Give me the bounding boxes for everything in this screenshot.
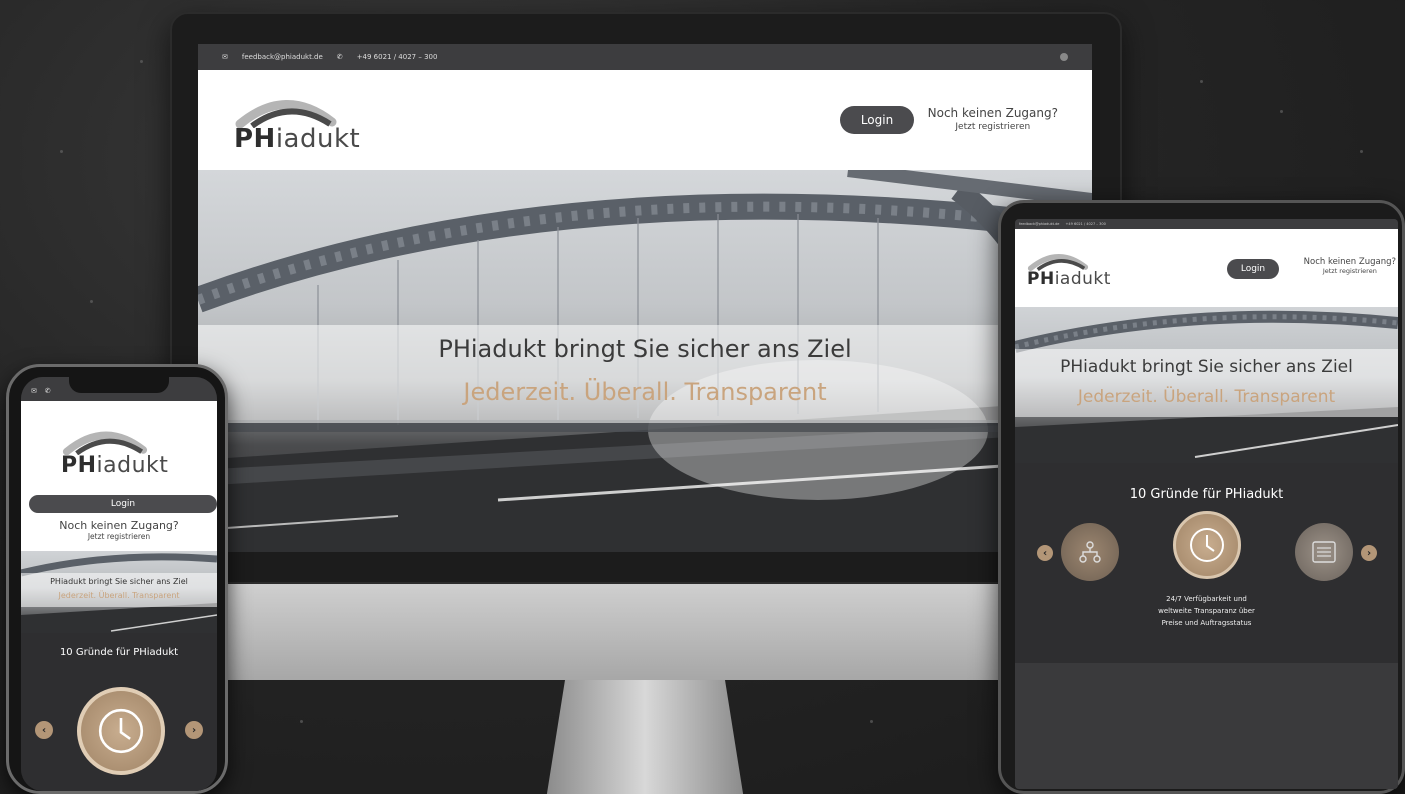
- phone-device: ✉ ✆ PHiadukt Login Noch keinen Zugang? J…: [6, 364, 228, 794]
- phone-hero: PHiadukt bringt Sie sicher ans Ziel Jede…: [21, 551, 217, 633]
- network-icon: [1079, 541, 1101, 563]
- reason-description: 24/7 Verfügbarkeit und weltweite Transpa…: [1015, 593, 1398, 629]
- logo-arc-icon: [1027, 254, 1089, 271]
- phone-hero-title: PHiadukt bringt Sie sicher ans Ziel: [50, 577, 188, 586]
- desktop-logo[interactable]: PHiadukt: [234, 92, 360, 152]
- tablet-screen: feedback@phiadukt.de +49 6021 / 4027 – 3…: [1015, 219, 1398, 789]
- no-access-text: Noch keinen Zugang?: [1303, 257, 1396, 267]
- background-speck: [870, 720, 873, 723]
- desktop-email-link[interactable]: feedback@phiadukt.de: [242, 53, 323, 61]
- background-speck: [300, 720, 303, 723]
- tablet-header: PHiadukt Login Noch keinen Zugang? Jetzt…: [1015, 229, 1398, 307]
- no-access-text: Noch keinen Zugang?: [927, 106, 1058, 120]
- tablet-footer-area: [1015, 663, 1398, 789]
- tablet-device: feedback@phiadukt.de +49 6021 / 4027 – 3…: [998, 200, 1405, 794]
- tablet-register-block[interactable]: Noch keinen Zugang? Jetzt registrieren: [1304, 257, 1396, 275]
- phone-register-block[interactable]: Noch keinen Zugang? Jetzt registrieren: [21, 519, 217, 541]
- logo-rest: iadukt: [275, 124, 361, 154]
- language-icon[interactable]: [1060, 53, 1068, 61]
- background-speck: [1200, 80, 1203, 83]
- logo-rest: iadukt: [1054, 269, 1111, 289]
- desktop-topbar: ✉ feedback@phiadukt.de ✆ +49 6021 / 4027…: [198, 44, 1092, 70]
- tablet-login-button[interactable]: Login: [1227, 259, 1279, 279]
- tablet-topbar: feedback@phiadukt.de +49 6021 / 4027 – 3…: [1015, 219, 1398, 229]
- background-speck: [90, 300, 93, 303]
- reason-clock-item[interactable]: [77, 687, 165, 775]
- carousel-prev-button[interactable]: ‹: [35, 721, 53, 739]
- background-speck: [1280, 110, 1283, 113]
- desktop-hero: PHiadukt bringt Sie sicher ans Ziel Jede…: [198, 170, 1092, 552]
- phone-hero-subtitle: Jederzeit. Überall. Transparent: [58, 591, 180, 600]
- hero-title: PHiadukt bringt Sie sicher ans Ziel: [438, 335, 852, 363]
- tablet-phone-link[interactable]: +49 6021 / 4027 – 300: [1065, 222, 1105, 226]
- reason-line-2: weltweite Transparanz über: [1158, 607, 1255, 615]
- background-speck: [60, 150, 63, 153]
- tablet-email-link[interactable]: feedback@phiadukt.de: [1019, 222, 1059, 226]
- list-icon: [1312, 541, 1336, 563]
- tablet-hero: PHiadukt bringt Sie sicher ans Ziel Jede…: [1015, 307, 1398, 463]
- phone-icon: ✆: [336, 53, 343, 61]
- logo-arc-icon: [235, 100, 337, 128]
- desktop-screen: ✉ feedback@phiadukt.de ✆ +49 6021 / 4027…: [198, 44, 1092, 552]
- register-link[interactable]: Jetzt registrieren: [1304, 267, 1396, 275]
- register-block[interactable]: Noch keinen Zugang? Jetzt registrieren: [928, 106, 1058, 132]
- logo-bold: PH: [1027, 269, 1055, 289]
- clock-icon: [1190, 528, 1224, 562]
- tablet-hero-subtitle: Jederzeit. Überall. Transparent: [1077, 387, 1336, 407]
- clock-icon: [98, 708, 144, 754]
- reason-line-1: 24/7 Verfügbarkeit und: [1166, 595, 1247, 603]
- background-speck: [140, 60, 143, 63]
- phone-notch: [69, 377, 169, 393]
- register-link[interactable]: Jetzt registrieren: [21, 532, 217, 541]
- logo-rest: iadukt: [96, 453, 169, 478]
- phone-header: PHiadukt Login Noch keinen Zugang? Jetzt…: [21, 401, 217, 551]
- desktop-header: PHiadukt Login Noch keinen Zugang? Jetzt…: [198, 70, 1092, 170]
- mail-icon: ✉: [222, 53, 228, 61]
- background-speck: [1360, 150, 1363, 153]
- tablet-logo[interactable]: PHiadukt: [1027, 249, 1111, 288]
- reasons-title: 10 Gründe für PHiadukt: [59, 647, 179, 658]
- phone-reasons-section: 10 Gründe für PHiadukt ‹ ›: [21, 633, 217, 791]
- phone-logo[interactable]: PHiadukt: [61, 425, 168, 477]
- logo-arc-icon: [62, 431, 148, 455]
- register-link[interactable]: Jetzt registrieren: [928, 122, 1058, 132]
- tablet-hero-title: PHiadukt bringt Sie sicher ans Ziel: [1060, 357, 1353, 377]
- no-access-text: Noch keinen Zugang?: [59, 519, 179, 532]
- reason-network-item[interactable]: [1061, 523, 1119, 581]
- phone-login-button[interactable]: Login: [29, 495, 217, 513]
- carousel-prev-button[interactable]: ‹: [1037, 545, 1053, 561]
- mail-icon[interactable]: ✉: [31, 387, 37, 395]
- carousel-next-button[interactable]: ›: [1361, 545, 1377, 561]
- phone-screen: ✉ ✆ PHiadukt Login Noch keinen Zugang? J…: [21, 377, 217, 791]
- reasons-title: 10 Gründe für PHiadukt: [1129, 487, 1284, 502]
- monitor-chin: [170, 584, 1122, 680]
- phone-icon[interactable]: ✆: [45, 387, 51, 395]
- login-button[interactable]: Login: [840, 106, 914, 134]
- carousel-next-button[interactable]: ›: [185, 721, 203, 739]
- desktop-phone-link[interactable]: +49 6021 / 4027 – 300: [357, 53, 438, 61]
- hero-subtitle: Jederzeit. Überall. Transparent: [463, 378, 827, 406]
- desktop-monitor: ✉ feedback@phiadukt.de ✆ +49 6021 / 4027…: [170, 12, 1122, 794]
- logo-bold: PH: [234, 124, 276, 154]
- tablet-reasons-section: 10 Gründe für PHiadukt ‹ › 24/7 Verfügba…: [1015, 463, 1398, 663]
- reason-clock-item[interactable]: [1173, 511, 1241, 579]
- reason-line-3: Preise und Auftragsstatus: [1161, 619, 1252, 627]
- monitor-stand: [545, 680, 745, 794]
- reason-list-item[interactable]: [1295, 523, 1353, 581]
- logo-bold: PH: [61, 453, 97, 478]
